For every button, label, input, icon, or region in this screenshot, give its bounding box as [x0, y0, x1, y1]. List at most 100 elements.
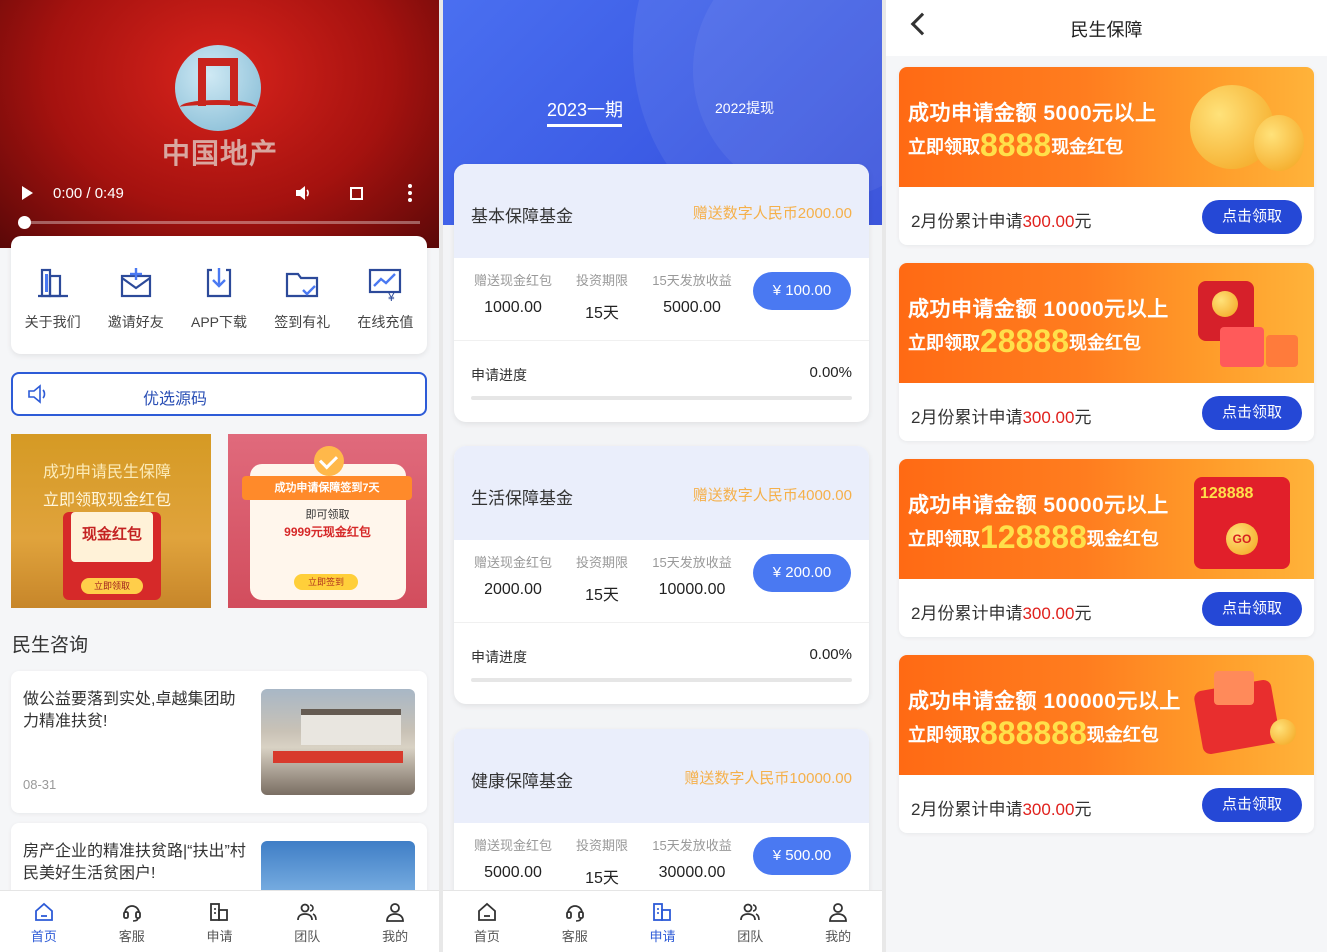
quick-about-us[interactable]: 关于我们	[11, 236, 94, 354]
active-tab-indicator	[547, 124, 622, 127]
fund-name: 生活保障基金	[471, 489, 573, 508]
bonus-line1: 成功申请金额 10000元以上	[908, 298, 1169, 321]
promo-claim-button[interactable]: 立即领取	[81, 578, 143, 594]
gold-coins-icon	[1184, 81, 1304, 177]
check-icon	[314, 446, 344, 476]
bonus-line1: 成功申请金额 50000元以上	[908, 494, 1169, 517]
fund-buy-button[interactable]: ¥ 500.00	[753, 837, 851, 875]
quick-label: 在线充值	[357, 314, 414, 330]
team-icon	[740, 903, 761, 921]
news-title: 房产企业的精准扶贫路|“扶出”村民美好生活贫困户!	[23, 843, 246, 882]
headset-icon	[122, 905, 141, 922]
fund-income: 15天发放收益 10000.00	[652, 555, 732, 598]
apply-screen: 2023一期 2022提现 基本保障基金 赠送数字人民币2000.00 赠送现金…	[443, 0, 882, 952]
headset-icon	[565, 905, 584, 922]
fund-cash: 赠送现金红包 1000.00	[473, 273, 552, 316]
quick-app-download[interactable]: APP下载	[177, 236, 260, 354]
claim-button[interactable]: 点击领取	[1202, 592, 1302, 626]
logo-text: 中国地产	[161, 138, 278, 169]
home-screen: 中国地产 0:00 / 0:49 关于我们 邀请好友 APP下载 签到有礼 ¥	[0, 0, 439, 952]
apply-icon	[210, 903, 229, 921]
user-icon	[386, 903, 404, 922]
home-icon	[34, 902, 53, 921]
claim-button[interactable]: 点击领取	[1202, 200, 1302, 234]
promo-line2: 立即领取现金红包	[43, 492, 172, 509]
quick-links: 关于我们 邀请好友 APP下载 签到有礼 ¥ 在线充值	[11, 236, 427, 354]
promo-line1: 成功申请民生保障	[43, 464, 172, 481]
fund-buy-button[interactable]: ¥ 100.00	[753, 272, 851, 310]
volume-icon[interactable]	[294, 184, 312, 202]
svg-text:¥: ¥	[387, 290, 395, 302]
tab-label: 申请	[649, 929, 676, 944]
bonus-banner: 成功申请金额 100000元以上 立即领取888888现金红包	[899, 655, 1314, 775]
tab-team[interactable]: 团队	[706, 891, 794, 952]
tab-service[interactable]: 客服	[88, 891, 176, 952]
fund-card: 生活保障基金 赠送数字人民币4000.00 赠送现金红包 2000.00 投资期限…	[454, 446, 869, 704]
tab-label: 团队	[294, 929, 321, 944]
quick-label: APP下载	[191, 314, 248, 330]
bonus-card: 成功申请金额 10000元以上 立即领取28888现金红包 2月份累计申请300…	[899, 263, 1314, 441]
tab-label: 客服	[118, 929, 145, 944]
red-envelope-icon	[1184, 277, 1304, 373]
tab-service[interactable]: 客服	[531, 891, 619, 952]
page-header: 民生保障	[886, 0, 1327, 56]
promo-checkin-button[interactable]: 立即签到	[294, 574, 358, 590]
fund-card: 基本保障基金 赠送数字人民币2000.00 赠送现金红包 1000.00 投资期限…	[454, 164, 869, 422]
tab-2023-phase1[interactable]: 2023一期	[547, 96, 623, 122]
claim-button[interactable]: 点击领取	[1202, 396, 1302, 430]
fund-cash: 赠送现金红包 5000.00	[473, 838, 552, 881]
fund-buy-button[interactable]: ¥ 200.00	[753, 554, 851, 592]
tab-home[interactable]: 首页	[0, 891, 88, 952]
progress-bar	[471, 396, 852, 400]
promo-card-text: 现金红包	[81, 526, 142, 543]
section-title: 民生咨询	[12, 635, 89, 656]
home-icon	[477, 902, 496, 921]
bonus-summary: 2月份累计申请300.00元	[911, 212, 1092, 231]
bonus-summary: 2月份累计申请300.00元	[911, 408, 1092, 427]
news-thumbnail	[261, 689, 415, 795]
bonus-line1: 成功申请金额 5000元以上	[908, 102, 1157, 125]
fund-gift: 赠送数字人民币4000.00	[692, 487, 852, 504]
play-icon[interactable]	[22, 186, 33, 200]
tab-mine[interactable]: 我的	[794, 891, 882, 952]
team-icon	[297, 903, 318, 921]
news-date: 08-31	[23, 777, 57, 792]
tab-2022-withdraw[interactable]: 2022提现	[715, 98, 774, 118]
fund-term: 投资期限 15天	[575, 555, 628, 604]
tab-mine[interactable]: 我的	[351, 891, 439, 952]
video-time: 0:00 / 0:49	[53, 185, 124, 202]
promo-checkin-banner[interactable]: 成功申请保障签到7天 即可领取 9999元现金红包 立即签到	[228, 434, 427, 608]
tab-team[interactable]: 团队	[263, 891, 351, 952]
bottom-tabbar: 首页 客服 申请 团队 我的	[0, 890, 439, 952]
news-item[interactable]: 做公益要落到实处,卓越集团助力精准扶贫! 08-31	[11, 671, 427, 813]
divider	[454, 340, 869, 341]
notice-bar[interactable]: 优选源码	[11, 372, 427, 416]
claim-button[interactable]: 点击领取	[1202, 788, 1302, 822]
video-progress-thumb[interactable]	[18, 216, 31, 229]
tab-home[interactable]: 首页	[443, 891, 531, 952]
bonus-summary: 2月份累计申请300.00元	[911, 800, 1092, 819]
tab-apply[interactable]: 申请	[176, 891, 264, 952]
fund-income: 15天发放收益 30000.00	[652, 838, 732, 881]
quick-checkin[interactable]: 签到有礼	[261, 236, 344, 354]
mail-add-icon	[120, 268, 151, 298]
bonus-line2: 立即领取128888现金红包	[908, 519, 1159, 555]
promo-line2: 9999元现金红包	[284, 525, 371, 539]
tab-apply[interactable]: 申请	[619, 891, 707, 952]
phone-gift-icon	[1184, 669, 1304, 765]
bonus-banner: 成功申请金额 5000元以上 立即领取8888现金红包	[899, 67, 1314, 187]
video-player[interactable]: 中国地产 0:00 / 0:49	[0, 0, 439, 248]
promo-ribbon: 成功申请保障签到7天	[242, 476, 412, 500]
more-options-icon[interactable]	[408, 184, 412, 202]
bonus-card: 成功申请金额 100000元以上 立即领取888888现金红包 2月份累计申请3…	[899, 655, 1314, 833]
quick-invite[interactable]: 邀请好友	[94, 236, 177, 354]
tab-label: 首页	[30, 929, 57, 944]
fullscreen-icon[interactable]	[350, 187, 363, 200]
quick-recharge[interactable]: ¥ 在线充值	[344, 236, 427, 354]
video-progress-track[interactable]	[24, 221, 420, 224]
bonus-banner: 成功申请金额 10000元以上 立即领取28888现金红包	[899, 263, 1314, 383]
livelihood-screen: 民生保障 成功申请金额 5000元以上 立即领取8888现金红包 2月份累计申请…	[886, 0, 1327, 952]
promo-cash-banner[interactable]: 成功申请民生保障 立即领取现金红包 现金红包 立即领取	[11, 434, 211, 608]
apply-icon	[653, 903, 672, 921]
quick-label: 关于我们	[24, 314, 81, 330]
